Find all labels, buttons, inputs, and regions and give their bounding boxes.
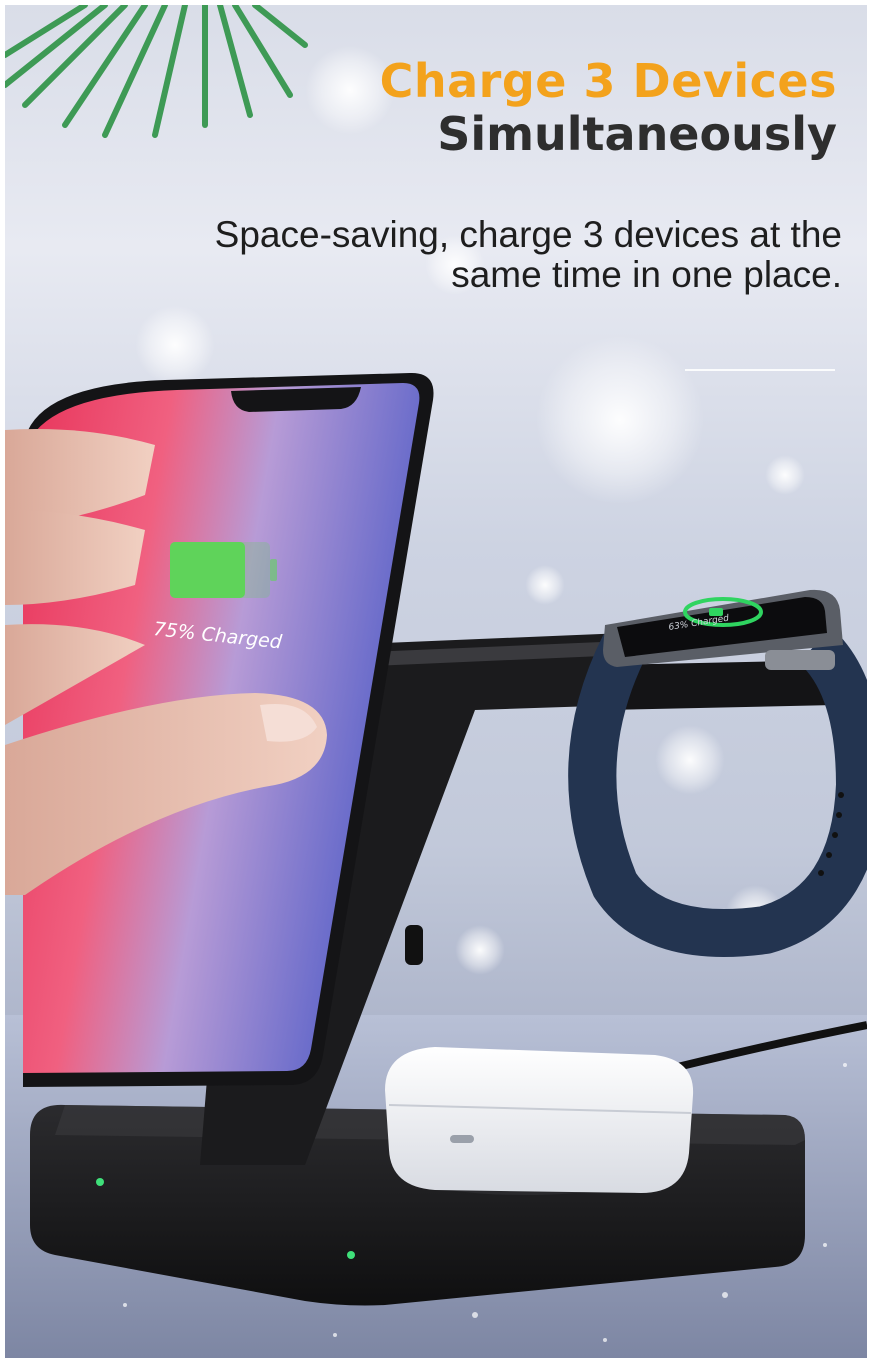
product-image: 63% Charged 75% Charged Charge 3 Devices… xyxy=(5,5,867,1358)
subtitle: Space-saving, charge 3 devices at the sa… xyxy=(215,215,842,295)
subtitle-line-2: same time in one place. xyxy=(451,254,842,295)
palm-leaf-decoration xyxy=(5,5,308,138)
phone-notch xyxy=(231,387,361,412)
led-indicator-right xyxy=(347,1251,355,1259)
earbuds-case xyxy=(385,1047,694,1193)
smartwatch: 63% Charged xyxy=(603,589,843,670)
headline-line-1: Charge 3 Devices xyxy=(379,54,837,108)
headline: Charge 3 Devices Simultaneously xyxy=(380,55,837,161)
battery-icon xyxy=(170,542,277,598)
headline-line-2: Simultaneously xyxy=(437,107,837,161)
led-indicator-left xyxy=(96,1178,104,1186)
subtitle-line-1: Space-saving, charge 3 devices at the xyxy=(214,214,842,255)
product-scene: 63% Charged 75% Charged xyxy=(5,5,867,1358)
